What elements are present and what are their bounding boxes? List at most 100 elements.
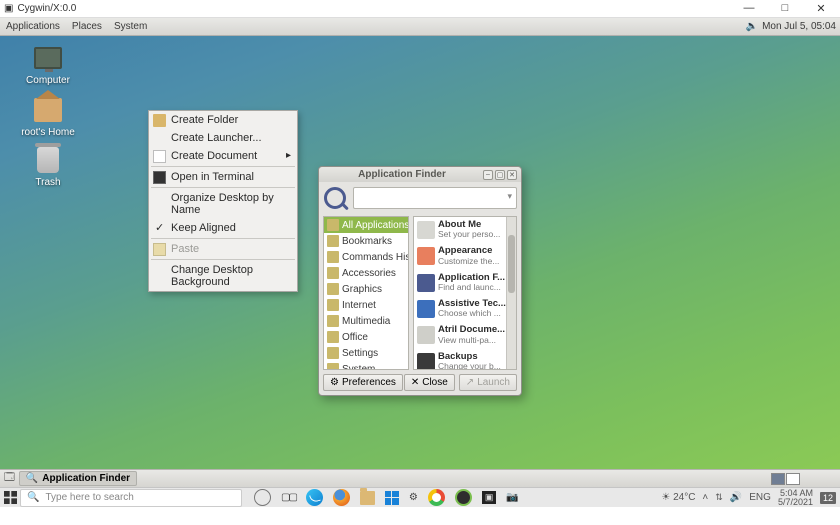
weather-widget[interactable]: ☀ 24°C (661, 492, 695, 503)
terminal-icon (153, 171, 166, 184)
app-item[interactable]: Assistive Tec...Choose which ... (414, 296, 516, 322)
finder-titlebar[interactable]: Application Finder – ▢ ✕ (319, 167, 521, 182)
trash-desktop-icon[interactable]: Trash (18, 146, 78, 188)
places-menu[interactable]: Places (66, 21, 108, 32)
separator (151, 187, 295, 188)
minimize-button[interactable]: — (738, 2, 760, 15)
app-item[interactable]: Application F...Find and launc... (414, 270, 516, 296)
finder-minimize-button[interactable]: – (483, 170, 493, 180)
file-explorer-icon[interactable] (360, 491, 375, 505)
tray-chevron-icon[interactable]: ˄ (702, 492, 708, 503)
network-icon[interactable]: ⇅ (715, 492, 723, 503)
ctx-organize[interactable]: Organize Desktop by Name (149, 189, 297, 219)
category-icon (327, 363, 339, 370)
sound-icon[interactable]: 🔊 (730, 492, 742, 503)
app-item[interactable]: Atril Docume...View multi-pa... (414, 322, 516, 348)
close-icon: ✕ (411, 377, 419, 388)
category-icon (327, 235, 339, 247)
ctx-create-document[interactable]: Create Document▸ (149, 147, 297, 165)
category-icon (327, 331, 339, 343)
ctx-paste: Paste (149, 240, 297, 258)
app-item[interactable]: AppearanceCustomize the... (414, 243, 516, 269)
finder-close-button[interactable]: ✕ (507, 170, 517, 180)
panel-clock[interactable]: Mon Jul 5, 05:04 (762, 21, 836, 32)
category-item[interactable]: Accessories (324, 265, 408, 281)
computer-desktop-icon[interactable]: Computer (18, 44, 78, 86)
separator (151, 259, 295, 260)
system-menu[interactable]: System (108, 21, 153, 32)
close-button[interactable]: ✕Close (404, 374, 455, 391)
show-desktop-button[interactable]: 🗔 (4, 470, 15, 487)
mate-desktop[interactable]: Applications Places System 🔈 Mon Jul 5, … (0, 18, 840, 487)
search-icon (323, 186, 349, 210)
xterm-icon[interactable]: ▣ (482, 491, 497, 504)
start-button[interactable] (0, 488, 20, 508)
sound-icon[interactable]: 🔈 (746, 21, 758, 32)
category-list: All ApplicationsBookmarksCommands His...… (323, 216, 409, 370)
app-item[interactable]: About MeSet your perso... (414, 217, 516, 243)
ctx-create-folder[interactable]: Create Folder (149, 111, 297, 129)
category-icon (327, 299, 339, 311)
category-item[interactable]: Bookmarks (324, 233, 408, 249)
check-icon: ✓ (155, 221, 164, 234)
application-finder-window: Application Finder – ▢ ✕ All Application… (318, 166, 522, 396)
cygwin-icon: ▣ (4, 3, 13, 14)
app-icon[interactable] (455, 489, 472, 506)
close-button[interactable]: ✕ (810, 2, 832, 15)
maximize-button[interactable]: □ (774, 2, 796, 15)
search-placeholder: Type here to search (45, 492, 133, 503)
category-item[interactable]: Multimedia (324, 313, 408, 329)
preferences-button[interactable]: ⚙Preferences (323, 374, 403, 391)
windows-panel-icon[interactable] (385, 491, 399, 505)
home-desktop-icon[interactable]: root's Home (18, 96, 78, 138)
chrome-icon[interactable] (428, 489, 445, 506)
taskbar-app-finder[interactable]: 🔍 Application Finder (19, 471, 137, 486)
search-icon: 🔍 (27, 492, 39, 503)
task-view-button[interactable]: ▢▢ (281, 492, 296, 503)
category-icon (327, 251, 339, 263)
category-item[interactable]: System (324, 361, 408, 370)
windows-search-box[interactable]: 🔍 Type here to search (20, 489, 242, 507)
category-item[interactable]: Internet (324, 297, 408, 313)
edge-icon[interactable] (306, 489, 323, 506)
settings-icon[interactable]: ⚙ (409, 492, 418, 503)
category-icon (327, 315, 339, 327)
workspace-switcher[interactable] (771, 473, 800, 485)
app-list: About MeSet your perso...AppearanceCusto… (413, 216, 517, 370)
ctx-open-terminal[interactable]: Open in Terminal (149, 168, 297, 186)
app-icon (417, 247, 435, 265)
category-item[interactable]: Commands His... (324, 249, 408, 265)
category-item[interactable]: Office (324, 329, 408, 345)
app-item[interactable]: BackupsChange your b... (414, 349, 516, 370)
firefox-icon[interactable] (333, 489, 350, 506)
separator (151, 238, 295, 239)
ctx-create-launcher[interactable]: Create Launcher... (149, 129, 297, 147)
category-item[interactable]: Settings (324, 345, 408, 361)
finder-maximize-button[interactable]: ▢ (495, 170, 505, 180)
cortana-icon[interactable] (254, 489, 271, 506)
computer-label: Computer (18, 75, 78, 86)
trash-label: Trash (18, 177, 78, 188)
host-title: Cygwin/X:0.0 (17, 3, 738, 14)
category-icon (327, 283, 339, 295)
ctx-keep-aligned[interactable]: ✓Keep Aligned (149, 219, 297, 237)
windows-taskbar: 🔍 Type here to search ▢▢ ⚙ ▣ 📷 ☀ 24°C ˄ … (0, 487, 840, 507)
folder-icon (153, 114, 166, 127)
notification-button[interactable]: 12 (820, 492, 836, 504)
category-item[interactable]: Graphics (324, 281, 408, 297)
applications-menu[interactable]: Applications (0, 21, 66, 32)
app-icon (417, 326, 435, 344)
launch-icon: ↗ (466, 377, 474, 388)
ctx-change-background[interactable]: Change Desktop Background (149, 261, 297, 291)
app-icon (417, 300, 435, 318)
clock[interactable]: 5:04 AM 5/7/2021 (778, 489, 813, 507)
app-icon (417, 274, 435, 292)
finder-title: Application Finder (323, 169, 481, 180)
scrollbar[interactable] (506, 217, 516, 369)
language-indicator[interactable]: ENG (749, 492, 771, 503)
search-input[interactable] (353, 187, 517, 209)
document-icon (153, 150, 166, 163)
category-item[interactable]: All Applications (324, 217, 408, 233)
camera-icon[interactable]: 📷 (506, 492, 518, 503)
app-icon (417, 221, 435, 239)
